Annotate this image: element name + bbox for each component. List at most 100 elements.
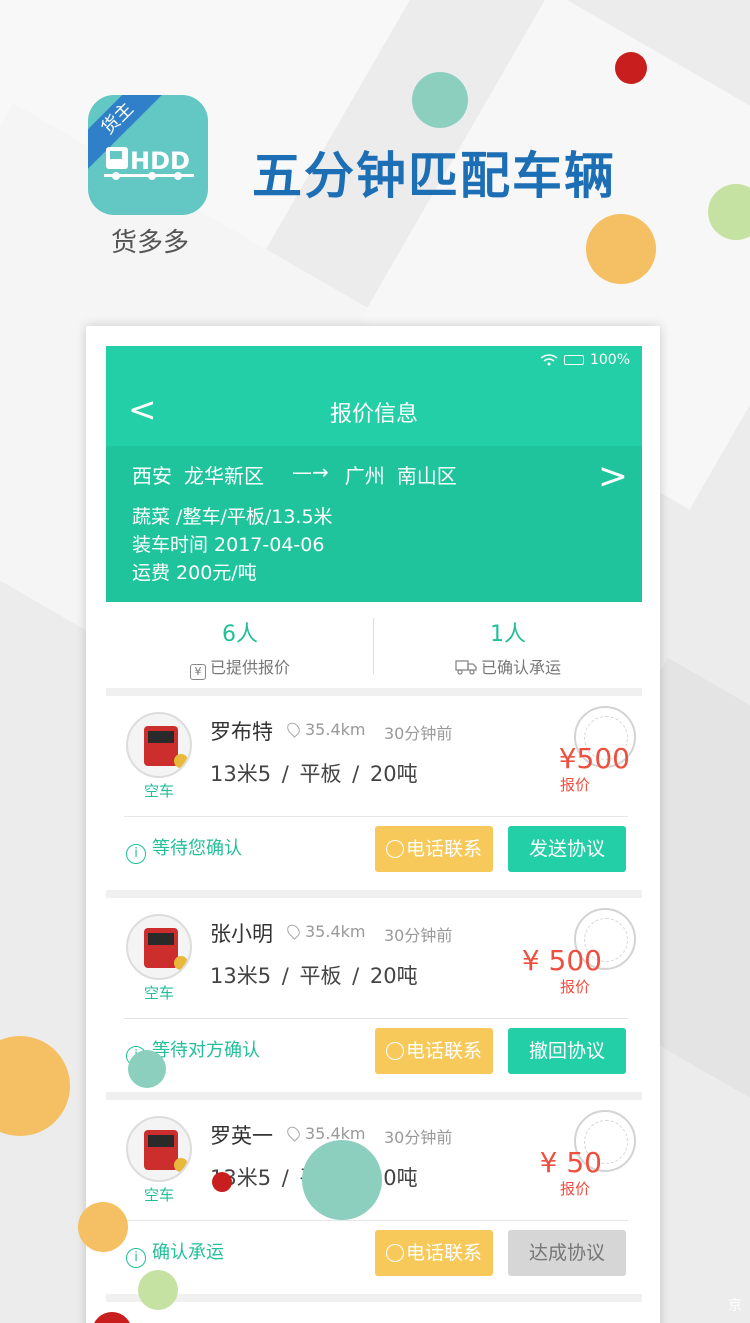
distance-row: 35.4km xyxy=(284,720,366,739)
quote-card xyxy=(106,1302,642,1323)
empty-truck-tag: 空车 xyxy=(143,782,174,800)
avatar[interactable] xyxy=(126,712,192,778)
quote-status: i 等待您确认 xyxy=(126,834,242,864)
avatar[interactable] xyxy=(126,914,192,980)
call-button[interactable]: 电话联系 xyxy=(375,1028,493,1074)
to-city: 广州 xyxy=(344,464,385,488)
truck-spec: 13米5 / 平板 / 20吨 xyxy=(210,762,418,786)
status-bar: 100% xyxy=(540,352,630,368)
page-title: 报价信息 xyxy=(329,402,418,427)
freight-price: 运费 200元/吨 xyxy=(132,562,257,584)
quote-card: 空车 张小明 35.4km 30分钟前 13米5 / 平板 / 20吨 ¥ 50… xyxy=(106,898,642,1092)
offered-label: 已提供报价 xyxy=(209,658,290,677)
time-ago: 30分钟前 xyxy=(384,1128,453,1147)
time-ago: 30分钟前 xyxy=(384,926,453,945)
distance: 35.4km xyxy=(305,720,366,739)
decor-dot xyxy=(138,1270,178,1310)
app-name: 货多多 xyxy=(110,228,189,258)
decor-dot xyxy=(212,1172,232,1192)
route-line: 西安 龙华新区 —→ 广州 南山区 xyxy=(132,460,469,489)
medal-icon xyxy=(174,754,188,768)
decor-dot xyxy=(586,214,656,284)
quote-price: ¥ 50 xyxy=(539,1146,602,1179)
offered-label-row: ¥ 已提供报价 xyxy=(106,654,374,680)
time-ago: 30分钟前 xyxy=(384,724,453,743)
decor-dot xyxy=(412,72,468,128)
top-panel: 100% 报价信息 < 西安 龙华新区 —→ 广州 南山区 > 蔬菜 /整车/平… xyxy=(106,346,642,602)
call-button[interactable]: 电话联系 xyxy=(375,1230,493,1276)
empty-truck-tag: 空车 xyxy=(143,984,174,1002)
route-block[interactable]: 西安 龙华新区 —→ 广州 南山区 > 蔬菜 /整车/平板/13.5米 装车时间… xyxy=(106,446,642,602)
decor-dot xyxy=(128,1050,166,1088)
stat-confirmed[interactable]: 1人 已确认承运 xyxy=(374,602,642,678)
divider xyxy=(124,816,628,817)
battery-level: 100% xyxy=(589,352,630,368)
app-icon: 货主 HDD xyxy=(88,95,208,215)
confirmed-label-row: 已确认承运 xyxy=(374,654,642,678)
decor-dot xyxy=(0,1036,70,1136)
decor-dot xyxy=(78,1202,128,1252)
quote-status: i 确认承运 xyxy=(126,1238,224,1268)
cargo-info: 蔬菜 /整车/平板/13.5米 xyxy=(132,506,333,528)
quote-price: ¥ 500 xyxy=(521,944,602,977)
empty-truck-tag: 空车 xyxy=(143,1186,174,1204)
confirmed-count: 1人 xyxy=(490,622,526,647)
send-agreement-button[interactable]: 发送协议 xyxy=(508,826,626,872)
quote-status-label: 等待您确认 xyxy=(152,838,242,859)
medal-icon xyxy=(174,956,188,970)
battery-icon xyxy=(563,355,584,365)
distance-row: 35.4km xyxy=(284,922,366,941)
info-icon: i xyxy=(126,844,146,864)
route-arrow-icon: —→ xyxy=(292,460,329,484)
withdraw-agreement-button[interactable]: 撤回协议 xyxy=(508,1028,626,1074)
phone-icon xyxy=(385,1042,404,1060)
slogan: 五分钟匹配车辆 xyxy=(252,147,616,205)
price-label: 报价 xyxy=(559,1180,590,1198)
divider xyxy=(124,1220,628,1221)
quote-status-label: 确认承运 xyxy=(152,1242,224,1263)
call-button-label: 电话联系 xyxy=(405,1040,482,1062)
yen-icon: ¥ xyxy=(189,664,206,680)
confirmed-label: 已确认承运 xyxy=(480,658,561,677)
truck-logo-icon: HDD xyxy=(104,147,194,180)
quote-card: 空车 罗布特 35.4km 30分钟前 13米5 / 平板 / 20吨 ¥500… xyxy=(106,696,642,890)
decor-dot xyxy=(302,1140,382,1220)
svg-text:HDD: HDD xyxy=(130,147,190,175)
wifi-icon xyxy=(540,354,558,366)
loading-time: 装车时间 2017-04-06 xyxy=(132,534,325,556)
location-pin-icon xyxy=(284,922,303,940)
stat-offered[interactable]: 6人 ¥ 已提供报价 xyxy=(106,602,374,680)
call-button[interactable]: 电话联系 xyxy=(375,826,493,872)
watermark: 京 xyxy=(728,1298,742,1314)
agreement-reached-button[interactable]: 达成协议 xyxy=(508,1230,626,1276)
back-chevron-icon[interactable]: < xyxy=(128,390,157,430)
truck-icon xyxy=(455,660,477,675)
distance-row: 35.4km xyxy=(284,1124,365,1143)
stats-bar: 6人 ¥ 已提供报价 1人 已确认承运 xyxy=(106,602,642,688)
decor-dot xyxy=(615,52,647,84)
call-button-label: 电话联系 xyxy=(405,1242,482,1264)
location-pin-icon xyxy=(284,720,303,738)
divider xyxy=(124,1018,628,1019)
phone-icon xyxy=(385,1244,404,1262)
location-pin-icon xyxy=(284,1124,303,1142)
price-label: 报价 xyxy=(559,978,590,996)
avatar[interactable] xyxy=(126,1116,192,1182)
info-icon: i xyxy=(126,1248,146,1268)
distance: 35.4km xyxy=(305,922,366,941)
to-district: 南山区 xyxy=(396,464,457,488)
call-button-label: 电话联系 xyxy=(405,838,482,860)
truck-spec: 13米5 / 平板 / 20吨 xyxy=(210,964,418,988)
quote-status-label: 等待对方确认 xyxy=(152,1040,260,1061)
quote-price: ¥500 xyxy=(558,742,630,775)
driver-name: 罗英一 xyxy=(210,1124,273,1148)
driver-name: 张小明 xyxy=(210,922,273,946)
medal-icon xyxy=(174,1158,188,1172)
from-district: 龙华新区 xyxy=(184,464,264,488)
from-city: 西安 xyxy=(132,464,172,488)
driver-name: 罗布特 xyxy=(210,720,273,744)
offered-count: 6人 xyxy=(222,622,258,647)
chevron-right-icon[interactable]: > xyxy=(598,456,628,497)
phone-icon xyxy=(385,840,404,858)
price-label: 报价 xyxy=(559,776,590,794)
